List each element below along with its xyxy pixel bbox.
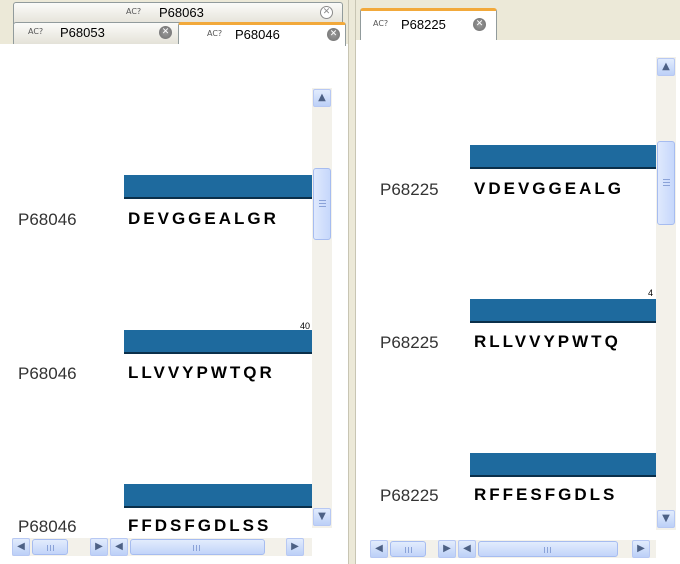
tab-label: P68225 <box>401 17 446 32</box>
sequence-bar <box>124 175 312 199</box>
sequence-bar <box>124 330 312 354</box>
scroll-thumb[interactable] <box>313 168 331 240</box>
vertical-scrollbar[interactable]: ▲ ▼ <box>312 88 332 528</box>
sequence-icon: AC? <box>126 7 142 16</box>
close-icon[interactable]: ✕ <box>473 18 486 31</box>
sequence-residues: VDEVGGEALG <box>474 179 624 198</box>
scroll-down-button[interactable]: ▼ <box>313 508 331 526</box>
right-editor-panel: AC? P68225 ✕ P68225 VDEVGGEALG 4 P68225 … <box>356 0 680 564</box>
left-tab-strip: AC? P68063 ✕ AC? P68053 ✕ AC? P68046 ✕ <box>0 0 350 46</box>
scroll-left-button[interactable]: ◀ <box>458 540 476 558</box>
horizontal-scrollbar[interactable]: ◀ ▶ ◀ ▶ <box>370 540 656 558</box>
sequence-residues: LLVVYPWTQR <box>128 363 275 382</box>
scroll-thumb[interactable] <box>657 141 675 225</box>
sequence-icon: AC? <box>28 27 44 36</box>
sequence-bar <box>470 453 656 477</box>
scroll-left-button[interactable]: ◀ <box>370 540 388 558</box>
scroll-left-button[interactable]: ◀ <box>110 538 128 556</box>
right-tab-strip: AC? P68225 ✕ <box>356 0 680 40</box>
tab-p68225[interactable]: AC? P68225 ✕ <box>360 8 497 40</box>
sequence-bar <box>124 484 312 508</box>
sequence-icon: AC? <box>207 29 223 38</box>
sequence-name: P68046 <box>18 210 77 229</box>
sequence-view: P68225 VDEVGGEALG 4 P68225 RLLVVYPWTQ P6… <box>360 40 656 538</box>
scroll-thumb[interactable] <box>130 539 265 555</box>
sequence-residues: DEVGGEALGR <box>128 209 279 228</box>
tab-p68053[interactable]: AC? P68053 ✕ <box>13 22 185 44</box>
scroll-left-button[interactable]: ◀ <box>12 538 30 556</box>
tab-p68063[interactable]: AC? P68063 ✕ <box>13 2 343 24</box>
scroll-up-button[interactable]: ▲ <box>313 89 331 107</box>
scroll-right-button[interactable]: ▶ <box>438 540 456 558</box>
tab-label: P68046 <box>235 27 280 42</box>
left-editor-panel: AC? P68063 ✕ AC? P68053 ✕ AC? P68046 ✕ P… <box>0 0 350 564</box>
sequence-name: P68046 <box>18 517 77 536</box>
splitter[interactable] <box>348 0 356 564</box>
sequence-residues: RLLVVYPWTQ <box>474 332 621 351</box>
sequence-residues: FFDSFGDLSS <box>128 516 272 535</box>
scroll-right-button[interactable]: ▶ <box>632 540 650 558</box>
scroll-down-button[interactable]: ▼ <box>657 510 675 528</box>
tab-p68046[interactable]: AC? P68046 ✕ <box>178 22 346 46</box>
sequence-bar <box>470 145 656 169</box>
scroll-thumb[interactable] <box>478 541 618 557</box>
close-icon[interactable]: ✕ <box>320 6 333 19</box>
sequence-bar <box>470 299 656 323</box>
close-icon[interactable]: ✕ <box>159 26 172 39</box>
tab-label: P68053 <box>60 25 105 40</box>
horizontal-scrollbar[interactable]: ◀ ▶ ◀ ▶ <box>12 538 312 556</box>
scroll-up-button[interactable]: ▲ <box>657 58 675 76</box>
scroll-right-button[interactable]: ▶ <box>90 538 108 556</box>
tab-label: P68063 <box>159 5 204 20</box>
sequence-view: P68046 DEVGGEALGR 40 P68046 LLVVYPWTQR P… <box>12 44 312 538</box>
sequence-name: P68225 <box>380 180 439 199</box>
scroll-right-button[interactable]: ▶ <box>286 538 304 556</box>
mini-scroll-thumb[interactable] <box>390 541 426 557</box>
sequence-name: P68225 <box>380 486 439 505</box>
sequence-icon: AC? <box>373 19 389 28</box>
mini-scroll-thumb[interactable] <box>32 539 68 555</box>
sequence-name: P68225 <box>380 333 439 352</box>
ruler-mark: 4 <box>648 288 654 298</box>
vertical-scrollbar[interactable]: ▲ ▼ <box>656 57 676 530</box>
close-icon[interactable]: ✕ <box>327 28 340 41</box>
sequence-residues: RFFESFGDLS <box>474 485 618 504</box>
sequence-name: P68046 <box>18 364 77 383</box>
